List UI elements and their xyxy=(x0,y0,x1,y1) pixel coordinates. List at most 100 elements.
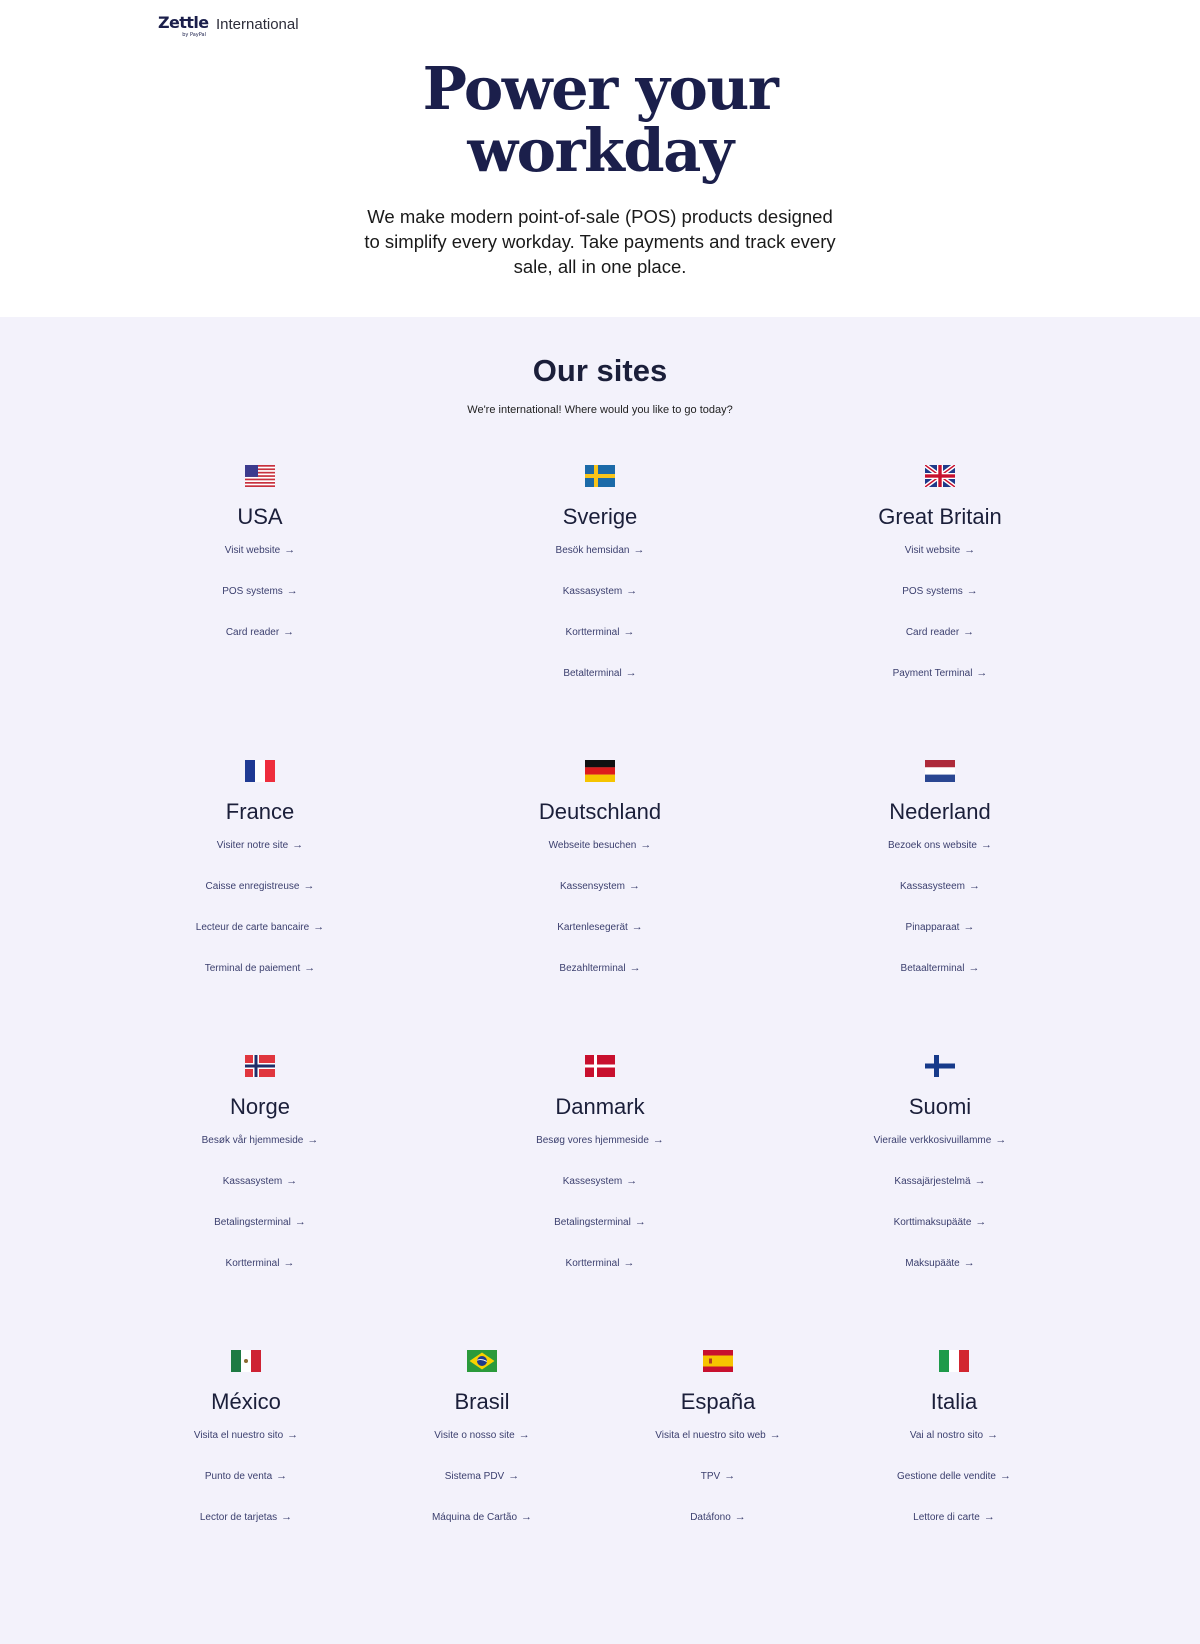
country-link-label: Kortterminal xyxy=(565,1258,620,1269)
country-link-webseite-besuchen[interactable]: Webseite besuchen → xyxy=(470,838,730,879)
country-mexico: México Visita el nuestro sito → Punto de ve… xyxy=(116,1350,376,1551)
arrow-right-icon: → xyxy=(968,962,980,974)
hero-subtitle-line-2: to simplify every workday. Take payments… xyxy=(364,231,836,252)
country-link-datafono[interactable]: Datáfono → xyxy=(588,1510,848,1551)
arrow-right-icon: → xyxy=(281,1511,293,1523)
country-links: Besök hemsidan → Kassasystem → Kortterminal →… xyxy=(470,543,730,707)
denmark-flag-icon xyxy=(585,1055,615,1077)
country-link-label: Kassasysteem xyxy=(899,881,966,892)
country-link-label: Pinapparaat xyxy=(905,922,960,933)
country-link-label: Visite o nosso site xyxy=(434,1430,515,1441)
country-brasil: Brasil Visite o nosso site → Sistema PDV → Má… xyxy=(352,1350,612,1551)
country-link-visita-el-nuestro-sito-web[interactable]: Visita el nuestro sito web → xyxy=(588,1428,848,1469)
country-link-lector-de-tarjetas[interactable]: Lector de tarjetas → xyxy=(116,1510,376,1551)
country-link-kassensystem[interactable]: Kassensystem → xyxy=(470,879,730,920)
arrow-right-icon: → xyxy=(980,839,992,851)
country-usa: USA Visit website → POS systems → Card reader… xyxy=(130,465,390,666)
country-link-label: Caisse enregistreuse xyxy=(205,881,300,892)
country-link-bezahlterminal[interactable]: Bezahlterminal → xyxy=(470,961,730,1002)
country-name: USA xyxy=(237,504,283,529)
arrow-right-icon: → xyxy=(287,1429,299,1441)
arrow-right-icon: → xyxy=(625,667,637,679)
country-link-kortterminal[interactable]: Kortterminal → xyxy=(470,625,730,666)
hero-subtitle-line-1: We make modern point-of-sale (POS) produ… xyxy=(367,206,833,227)
country-link-label: Betalingsterminal xyxy=(214,1217,291,1228)
country-link-card-reader[interactable]: Card reader → xyxy=(130,625,390,666)
arrow-right-icon: → xyxy=(518,1429,530,1441)
country-link-gestione-delle-vendite[interactable]: Gestione delle vendite → xyxy=(824,1469,1084,1510)
arrow-right-icon: → xyxy=(629,880,641,892)
country-link-label: Kassensystem xyxy=(559,881,626,892)
country-link-korttimaksupaate[interactable]: Korttimaksupääte → xyxy=(810,1215,1070,1256)
arrow-right-icon: → xyxy=(276,1470,288,1482)
country-link-kassasysteem[interactable]: Kassasysteem → xyxy=(810,879,1070,920)
country-link-label: Card reader xyxy=(225,627,280,638)
zettle-logo[interactable]: Zettle by PayPal xyxy=(158,14,209,39)
arrow-right-icon: → xyxy=(283,626,295,638)
country-link-label: Kassasystem xyxy=(222,1176,283,1187)
uk-flag-icon xyxy=(925,465,955,487)
country-link-label: Webseite besuchen xyxy=(548,840,637,851)
country-link-maksupaate[interactable]: Maksupääte → xyxy=(810,1256,1070,1297)
arrow-right-icon: → xyxy=(995,1134,1007,1146)
country-link-label: Betalterminal xyxy=(563,668,622,679)
country-link-visit-website[interactable]: Visit website → xyxy=(810,543,1070,584)
country-link-tpv[interactable]: TPV → xyxy=(588,1469,848,1510)
country-link-kassesystem[interactable]: Kassesystem → xyxy=(470,1174,730,1215)
country-link-lecteur-de-carte-bancaire[interactable]: Lecteur de carte bancaire → xyxy=(130,920,390,961)
country-link-kassasystem[interactable]: Kassasystem → xyxy=(470,584,730,625)
country-link-visite-o-nosso-site[interactable]: Visite o nosso site → xyxy=(352,1428,612,1469)
country-link-caisse-enregistreuse[interactable]: Caisse enregistreuse → xyxy=(130,879,390,920)
country-link-maquina-de-cartao[interactable]: Máquina de Cartão → xyxy=(352,1510,612,1551)
country-link-kassasystem[interactable]: Kassasystem → xyxy=(130,1174,390,1215)
country-link-pinapparaat[interactable]: Pinapparaat → xyxy=(810,920,1070,961)
arrow-right-icon: → xyxy=(633,544,645,556)
country-link-label: TPV xyxy=(700,1471,721,1482)
country-link-vai-al-nostro-sito[interactable]: Vai al nostro sito → xyxy=(824,1428,1084,1469)
country-link-visiter-notre-site[interactable]: Visiter notre site → xyxy=(130,838,390,879)
country-link-pos-systems[interactable]: POS systems → xyxy=(810,584,1070,625)
country-link-label: Terminal de paiement xyxy=(204,963,301,974)
country-link-betalingsterminal[interactable]: Betalingsterminal → xyxy=(470,1215,730,1256)
country-link-sistema-pdv[interactable]: Sistema PDV → xyxy=(352,1469,612,1510)
country-norge: Norge Besøk vår hjemmeside → Kassasystem → Be… xyxy=(130,1055,390,1297)
country-link-punto-de-venta[interactable]: Punto de venta → xyxy=(116,1469,376,1510)
country-name: France xyxy=(225,799,295,824)
country-link-label: Sistema PDV xyxy=(444,1471,505,1482)
country-link-kassajarjestelma[interactable]: Kassajärjestelmä → xyxy=(810,1174,1070,1215)
country-link-kartenlesegerat[interactable]: Kartenlesegerät → xyxy=(470,920,730,961)
country-link-betalterminal[interactable]: Betalterminal → xyxy=(470,666,730,707)
country-link-betalingsterminal[interactable]: Betalingsterminal → xyxy=(130,1215,390,1256)
country-link-kortterminal[interactable]: Kortterminal → xyxy=(470,1256,730,1297)
sweden-flag-icon xyxy=(585,465,615,487)
country-link-pos-systems[interactable]: POS systems → xyxy=(130,584,390,625)
hero-title: Power your workday xyxy=(0,58,1200,182)
country-link-visita-el-nuestro-sito[interactable]: Visita el nuestro sito → xyxy=(116,1428,376,1469)
country-link-betaalterminal[interactable]: Betaalterminal → xyxy=(810,961,1070,1002)
country-link-payment-terminal[interactable]: Payment Terminal → xyxy=(810,666,1070,707)
country-link-bes-k-var-hjemmeside[interactable]: Besøk vår hjemmeside → xyxy=(130,1133,390,1174)
country-link-label: Betalingsterminal xyxy=(554,1217,631,1228)
country-link-label: Vieraile verkkosivuillamme xyxy=(873,1135,992,1146)
country-link-bes-g-vores-hjemmeside[interactable]: Besøg vores hjemmeside → xyxy=(470,1133,730,1174)
country-link-label: Besök hemsidan xyxy=(555,545,630,556)
country-link-lettore-di-carte[interactable]: Lettore di carte → xyxy=(824,1510,1084,1551)
country-link-besok-hemsidan[interactable]: Besök hemsidan → xyxy=(470,543,730,584)
country-link-visit-website[interactable]: Visit website → xyxy=(130,543,390,584)
country-link-terminal-de-paiement[interactable]: Terminal de paiement → xyxy=(130,961,390,1002)
finland-flag-icon xyxy=(925,1055,955,1077)
arrow-right-icon: → xyxy=(313,921,325,933)
country-links: Besøg vores hjemmeside → Kassesystem → Betal… xyxy=(470,1133,730,1297)
arrow-right-icon: → xyxy=(974,1175,986,1187)
country-link-vieraile-verkkosivuillamme[interactable]: Vieraile verkkosivuillamme → xyxy=(810,1133,1070,1174)
country-link-label: Maksupääte xyxy=(905,1258,960,1269)
country-link-card-reader[interactable]: Card reader → xyxy=(810,625,1070,666)
country-link-bezoek-ons-website[interactable]: Bezoek ons website → xyxy=(810,838,1070,879)
brazil-flag-icon xyxy=(467,1350,497,1372)
country-link-kortterminal[interactable]: Kortterminal → xyxy=(130,1256,390,1297)
country-link-label: Punto de venta xyxy=(204,1471,273,1482)
country-link-label: Kortterminal xyxy=(565,627,620,638)
country-link-label: Visiter notre site xyxy=(216,840,289,851)
arrow-right-icon: → xyxy=(976,667,988,679)
arrow-right-icon: → xyxy=(283,1257,295,1269)
